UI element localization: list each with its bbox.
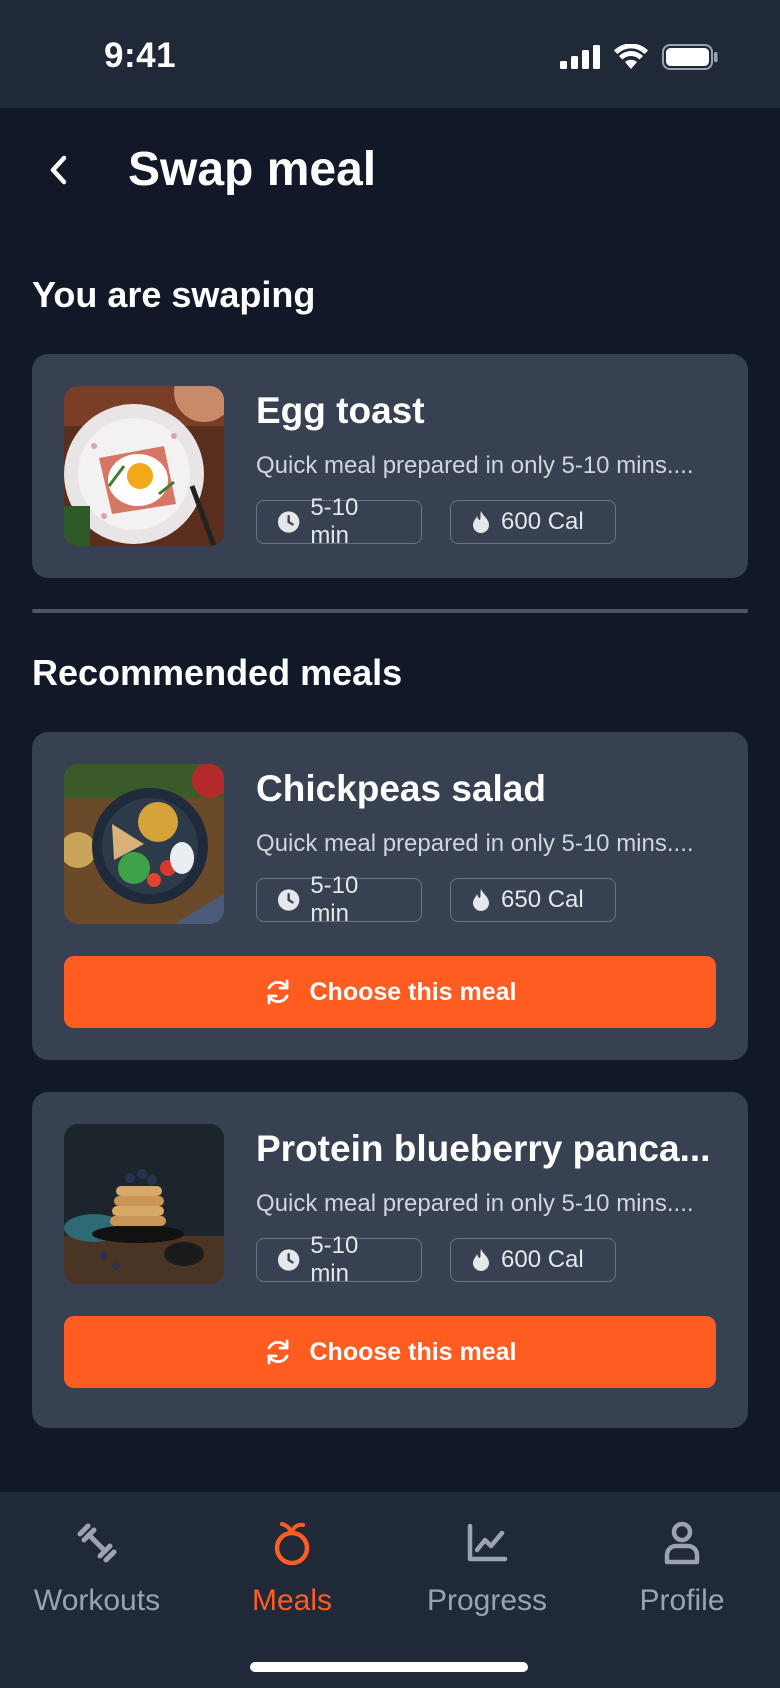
- chickpeas-salad-image: [64, 764, 224, 924]
- prep-time-badge: 5-10 min: [256, 1232, 422, 1287]
- calories-badge: 600 Cal: [450, 500, 616, 544]
- choose-meal-label: Choose this meal: [309, 977, 517, 1006]
- status-icons: [560, 44, 718, 70]
- swap-icon: [267, 1339, 288, 1365]
- prep-time-badge: 5-10 min: [256, 494, 422, 549]
- clock-icon: [277, 889, 300, 911]
- person-icon: [664, 1521, 700, 1565]
- flame-icon: [473, 1249, 489, 1271]
- status-time: 9:41: [104, 36, 177, 75]
- flame-icon: [473, 889, 489, 911]
- swap-icon: [267, 979, 288, 1005]
- bottom-nav: Workouts Meals Progress Profile: [0, 1492, 780, 1688]
- chevron-left-icon: [50, 155, 67, 185]
- choose-meal-label: Choose this meal: [309, 1337, 517, 1366]
- section-divider: [32, 609, 748, 613]
- nav-item-workouts[interactable]: Workouts: [2, 1516, 192, 1626]
- swapping-section-title: You are swaping: [32, 274, 316, 315]
- signal-icon: [560, 45, 600, 69]
- back-button[interactable]: [36, 148, 80, 192]
- dumbbell-icon: [77, 1523, 117, 1563]
- prep-time-badge: 5-10 min: [256, 872, 422, 927]
- choose-meal-button[interactable]: Choose this meal: [64, 956, 716, 1028]
- nav-label: Progress: [426, 1584, 548, 1617]
- page-title: Swap meal: [128, 143, 377, 196]
- nav-label: Workouts: [33, 1584, 161, 1617]
- orange-fruit-icon: [274, 1522, 310, 1566]
- calories-text: 600 Cal: [501, 1246, 584, 1273]
- battery-icon: [662, 44, 718, 70]
- meal-description: Quick meal prepared in only 5-10 mins...…: [256, 1190, 694, 1217]
- calories-text: 650 Cal: [501, 886, 584, 913]
- recommended-meal-card: Protein blueberry panca... Quick meal pr…: [32, 1092, 748, 1428]
- recommended-section-title: Recommended meals: [32, 652, 403, 693]
- meal-name: Chickpeas salad: [256, 768, 546, 809]
- nav-item-meals[interactable]: Meals: [197, 1516, 387, 1626]
- clock-icon: [277, 511, 300, 533]
- nav-label: Profile: [639, 1584, 725, 1617]
- meal-name: Protein blueberry panca...: [256, 1128, 711, 1169]
- choose-meal-button[interactable]: Choose this meal: [64, 1316, 716, 1388]
- wifi-icon: [614, 44, 648, 69]
- blueberry-pancakes-image: [64, 1124, 224, 1284]
- current-meal-card: Egg toast Quick meal prepared in only 5-…: [32, 354, 748, 578]
- home-indicator: [250, 1662, 528, 1672]
- nav-item-progress[interactable]: Progress: [392, 1516, 582, 1626]
- nav-label: Meals: [251, 1584, 333, 1617]
- calories-badge: 650 Cal: [450, 878, 616, 922]
- egg-toast-image: [64, 386, 224, 546]
- recommended-meal-card: Chickpeas salad Quick meal prepared in o…: [32, 732, 748, 1060]
- status-bar: 9:41: [0, 0, 780, 108]
- meal-description: Quick meal prepared in only 5-10 mins...…: [256, 830, 694, 857]
- prep-time-text: 5-10 min: [310, 1232, 359, 1287]
- prep-time-text: 5-10 min: [310, 872, 359, 927]
- meal-description: Quick meal prepared in only 5-10 mins...…: [256, 452, 694, 479]
- meal-name: Egg toast: [256, 390, 425, 431]
- calories-badge: 600 Cal: [450, 1238, 616, 1282]
- clock-icon: [277, 1249, 300, 1271]
- chart-icon: [467, 1523, 508, 1562]
- flame-icon: [473, 511, 489, 533]
- nav-item-profile[interactable]: Profile: [587, 1516, 777, 1626]
- prep-time-text: 5-10 min: [310, 494, 359, 549]
- calories-text: 600 Cal: [501, 508, 584, 535]
